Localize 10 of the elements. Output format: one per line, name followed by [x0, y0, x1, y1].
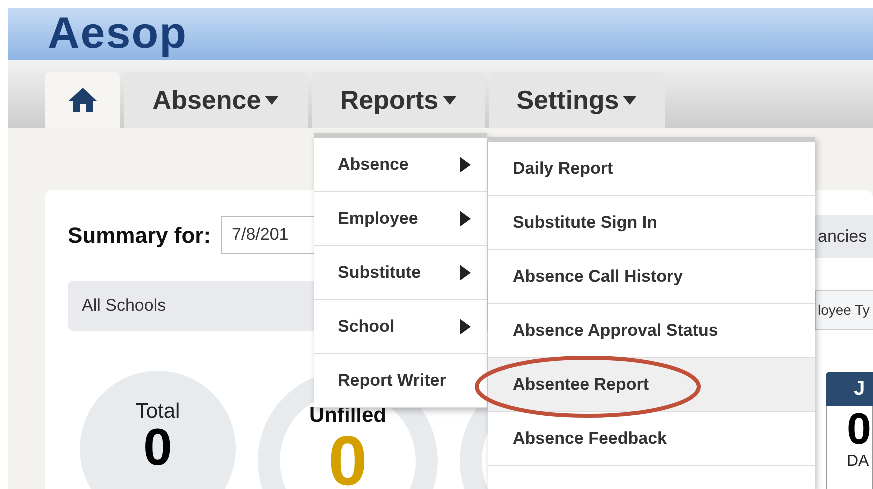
stat-value: 0	[144, 422, 172, 474]
day-caption: DA	[847, 454, 870, 470]
day-count: 0	[847, 406, 872, 454]
school-filter-text: All Schools	[82, 295, 166, 318]
stat-value: 0	[328, 426, 368, 489]
stat-label: Total	[136, 401, 180, 422]
stat-label: Unfilled	[310, 405, 386, 426]
day-card-header: J	[826, 372, 873, 406]
summary-label: Summary for:	[68, 222, 212, 250]
logo: Aesop	[48, 12, 188, 56]
